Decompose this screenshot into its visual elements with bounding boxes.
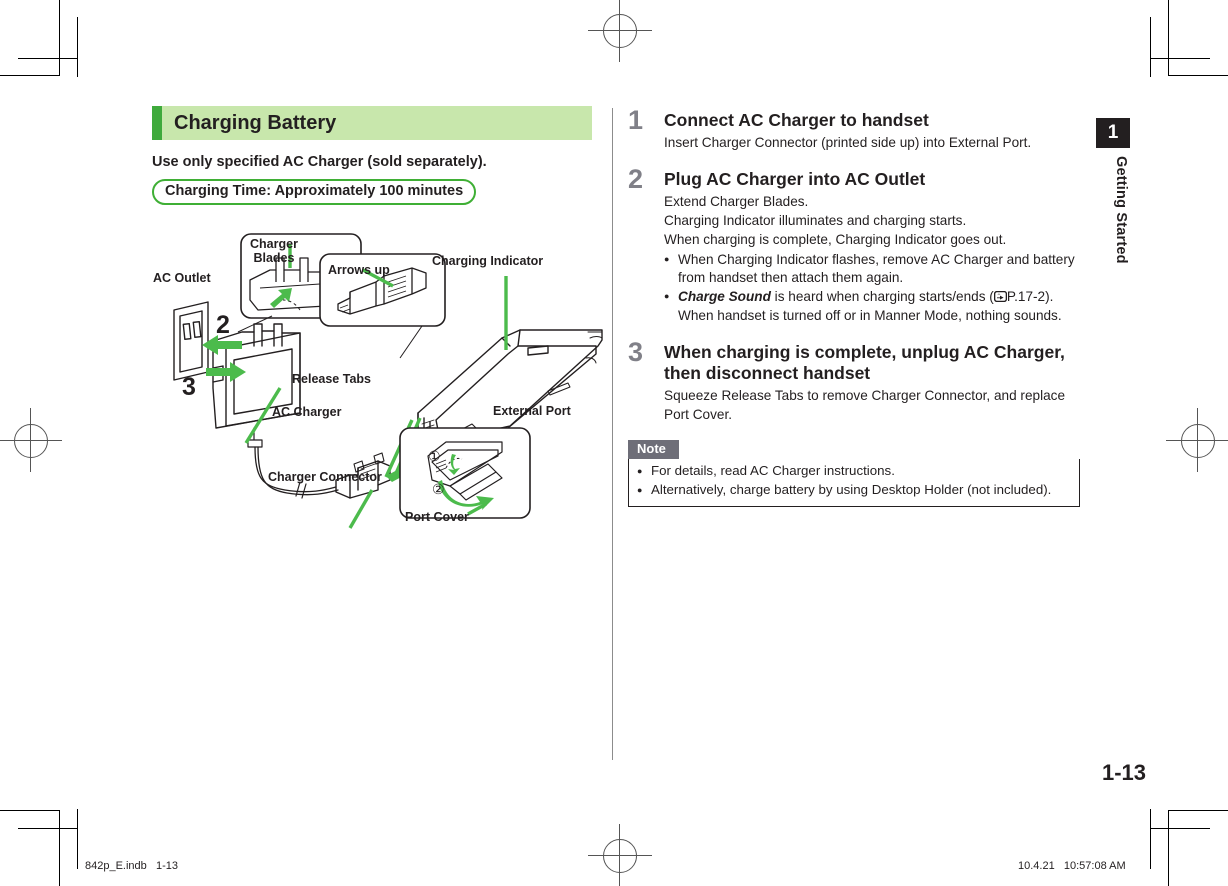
label-arrows-up: Arrows up [328,263,390,277]
section-accent-bar [152,106,162,140]
crop-mark-bl-h-outer [0,810,60,811]
label-port-cover: Port Cover [405,510,469,524]
crop-mark-tl-h-inner [18,58,78,59]
crop-mark-bl-v-inner [77,809,78,869]
crop-mark-tl-v-outer [59,0,60,76]
left-column: Charging Battery Use only specified AC C… [152,106,592,206]
svg-text:2: 2 [216,311,230,339]
registration-mark-right [1166,408,1228,472]
port-cover-step-2: ② [432,481,445,497]
chapter-number-tab: 1 [1096,118,1130,148]
crop-mark-br-h-outer [1168,810,1228,811]
label-ac-outlet: AC Outlet [153,271,211,285]
charge-sound-emphasis: Charge Sound [678,289,771,305]
step-1-heading: Connect AC Charger to handset [664,110,929,130]
step-2-bullet-2-text: is heard when charging starts/ends ( [770,289,994,305]
section-lead-text: Use only specified AC Charger (sold sepa… [152,154,487,170]
step-2-number: 2 [628,164,644,195]
registration-mark-top [588,0,652,62]
right-column: 1 Connect AC Charger to handset Insert C… [628,105,1080,507]
crop-mark-tr-v-outer [1168,0,1169,76]
label-charging-indicator: Charging Indicator [432,254,544,268]
label-charger-connector: Charger Connector [268,470,382,484]
label-charger-blades: Charger Blades [250,237,298,265]
manual-page: 1 Getting Started Charging Battery Use o… [0,0,1228,886]
crop-mark-br-v-outer [1168,810,1169,886]
charging-illustration: 2 3 1 [150,228,610,538]
page-title: Charging Battery [174,112,337,134]
pointing-hand-icon [993,289,1007,303]
crop-mark-bl-h-inner [18,828,78,829]
step-2-bullet-2-ref: P.17-2). [1006,289,1054,305]
step-2-line-1: Extend Charger Blades. [664,194,809,210]
step-3: 3 When charging is complete, unplug AC C… [628,336,1080,425]
crop-mark-br-h-inner [1150,828,1210,829]
note-list: For details, read AC Charger instruction… [637,462,1071,500]
chapter-title-vertical: Getting Started [1113,156,1129,264]
step-3-number: 3 [628,336,644,367]
step-2-heading: Plug AC Charger into AC Outlet [664,169,926,190]
step-2-body: Extend Charger Blades. Charging Indicato… [664,193,1080,325]
registration-mark-bottom [588,824,652,886]
step-3-line-1: Squeeze Release Tabs to remove Charger C… [664,388,1066,423]
step-3-body: Squeeze Release Tabs to remove Charger C… [664,387,1080,425]
section-header: Charging Battery [152,106,592,140]
crop-mark-tr-h-outer [1168,75,1228,76]
step-2-bullet-1: When Charging Indicator flashes, remove … [664,251,1080,289]
footer-right: 10.4.21 10:57:08 AM [1018,860,1126,872]
crop-mark-tl-h-outer [0,75,60,76]
ac-outlet-drawing [173,301,209,381]
crop-mark-tr-h-inner [1150,58,1210,59]
step-2-bullets: When Charging Indicator flashes, remove … [664,251,1080,326]
port-cover-step-1: ① [428,448,441,464]
charging-time-badge: Charging Time: Approximately 100 minutes [152,178,477,206]
step-2-bullet-2: Charge Sound is heard when charging star… [664,288,1080,326]
registration-mark-left [0,408,62,472]
svg-text:3: 3 [182,373,196,401]
crop-mark-tr-v-inner [1150,17,1151,77]
step-3-heading: When charging is complete, unplug AC Cha… [664,341,1065,384]
note-item-1: For details, read AC Charger instruction… [637,462,1071,481]
step-2-line-3: When charging is complete, Charging Indi… [664,231,1007,247]
step-1: 1 Connect AC Charger to handset Insert C… [628,105,1080,153]
step-2-line-2: Charging Indicator illuminates and charg… [664,213,967,229]
label-release-tabs: Release Tabs [292,372,371,386]
note-content: For details, read AC Charger instruction… [628,459,1080,507]
column-divider [612,108,613,760]
step-2-bullet-2-line2: When handset is turned off or in Manner … [678,307,1062,323]
crop-mark-br-v-inner [1150,809,1151,869]
step-1-number: 1 [628,105,644,135]
step-1-line-1: Insert Charger Connector (printed side u… [664,135,1032,151]
step-1-body: Insert Charger Connector (printed side u… [664,134,1080,153]
page-number: 1-13 [1101,760,1146,785]
crop-mark-tl-v-inner [77,17,78,77]
footer-left: 842p_E.indb 1-13 [85,860,178,872]
note-item-2: Alternatively, charge battery by using D… [637,481,1071,500]
label-ac-charger: AC Charger [272,405,342,419]
label-external-port: External Port [493,404,571,418]
step-2: 2 Plug AC Charger into AC Outlet Extend … [628,164,1080,326]
note-box: Note For details, read AC Charger instru… [628,439,1080,507]
note-label: Note [628,439,679,460]
inset-port-cover: ① ② [399,427,531,519]
crop-mark-bl-v-outer [59,810,60,886]
